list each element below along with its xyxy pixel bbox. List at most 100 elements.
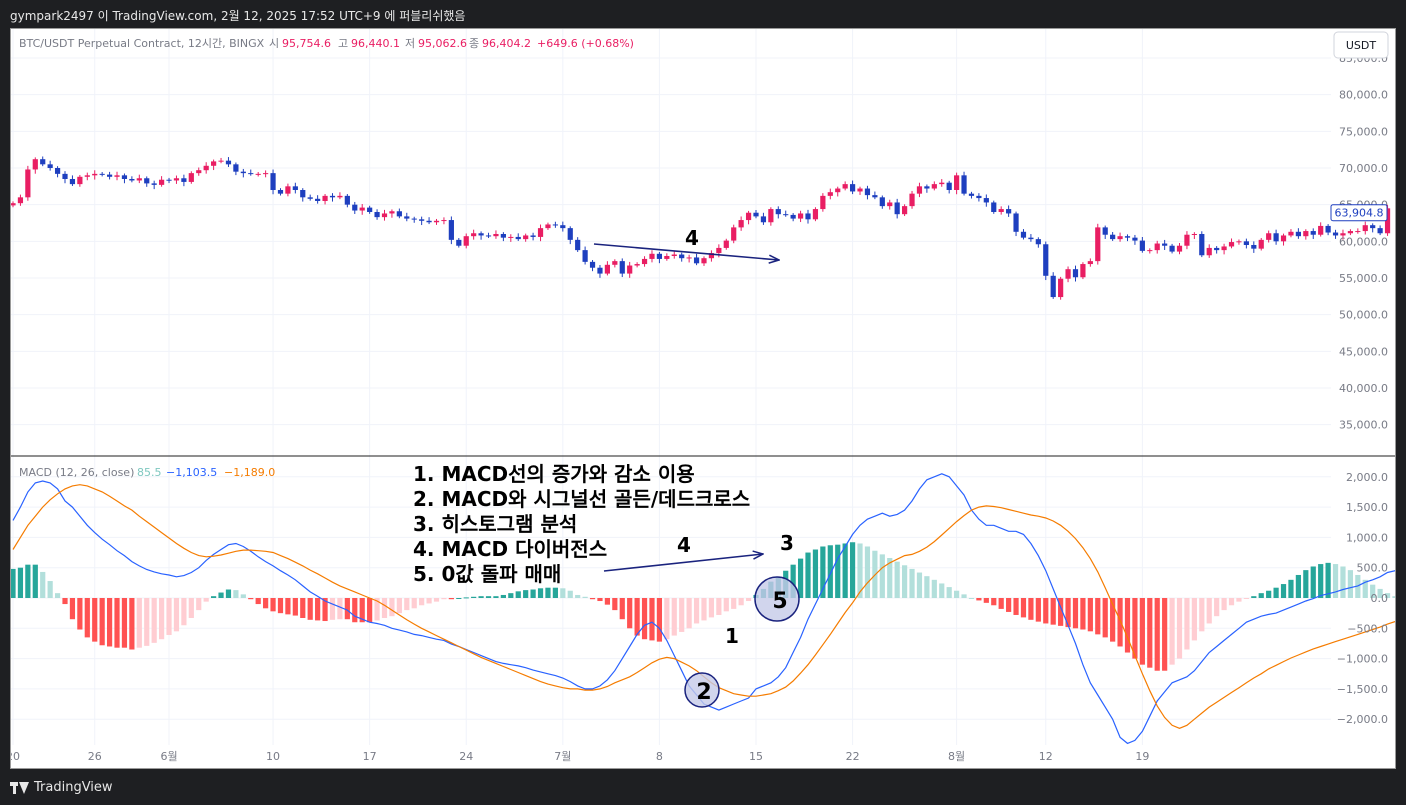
histogram-bar (1028, 598, 1034, 620)
candle-body (54, 167, 61, 174)
candle-body (1169, 245, 1175, 252)
candle-body (456, 239, 462, 246)
histogram-bar (1072, 598, 1079, 629)
candle-body (225, 160, 232, 165)
price-tick-label: 70,000.0 (1339, 162, 1388, 175)
histogram-bar (567, 590, 573, 598)
price-tick-label: 35,000.0 (1339, 419, 1388, 432)
histogram-bar (537, 588, 544, 598)
candle-body (954, 175, 960, 190)
close-label: 종 (469, 37, 479, 50)
candle-body (500, 233, 506, 238)
histogram-bar (84, 598, 90, 638)
macd-tick-label: −2,000.0 (1337, 713, 1388, 726)
histogram-bar (1184, 598, 1190, 650)
histogram-bar (211, 596, 217, 598)
histogram-bar (463, 597, 469, 599)
histogram-bar (136, 598, 142, 648)
histogram-bar (916, 572, 923, 598)
candle-body (1124, 236, 1131, 238)
candle-body (1006, 209, 1012, 214)
brand-label: TradingView (34, 780, 113, 795)
candle-body (693, 257, 700, 264)
currency-label: USDT (1346, 39, 1377, 52)
macd-tick-label: −500.0 (1347, 622, 1388, 635)
candle-body (775, 209, 781, 215)
candle-body (344, 195, 350, 205)
chart-frame[interactable]: 85,000.080,000.075,000.070,000.065,000.0… (6, 28, 1406, 769)
candle-body (485, 235, 492, 237)
currency-button[interactable]: USDT (1333, 31, 1389, 59)
histogram-bar (1124, 598, 1131, 653)
histogram-bar (367, 598, 373, 623)
candle-body (1258, 239, 1264, 249)
tradingview-brand[interactable]: TradingView (10, 780, 113, 795)
histogram-bar (1206, 598, 1212, 624)
candle-body (991, 202, 997, 212)
histogram-bar (40, 571, 46, 598)
candle-body (1043, 244, 1049, 276)
candle-body (77, 176, 83, 185)
candle-body (716, 247, 722, 254)
histogram-bar (1162, 598, 1168, 671)
time-tick-label: 7월 (554, 750, 571, 763)
histogram-bar (404, 598, 410, 611)
histogram-bar (77, 598, 83, 630)
candle-body (1102, 227, 1108, 235)
candle-body (359, 207, 365, 211)
candle-body (106, 174, 113, 177)
histogram-bar (1288, 579, 1294, 598)
change-value: +649.6 (+0.68%) (537, 37, 634, 50)
macd-tick-label: 500.0 (1357, 562, 1389, 575)
last-price-value: 63,904.8 (1335, 207, 1384, 220)
histogram-bar (114, 598, 120, 648)
candle-body (1377, 228, 1383, 234)
time-tick-label: 20 (11, 750, 20, 763)
histogram-bar (381, 598, 388, 618)
macd-signal-value: −1,189.0 (224, 466, 275, 479)
candle-body (1184, 234, 1190, 246)
annotation-item-3: 3. 히스토그램 분석 (413, 512, 577, 536)
candle-body (552, 224, 558, 226)
histogram-bar (797, 558, 804, 598)
candle-body (1288, 231, 1294, 236)
histogram-bar (69, 598, 76, 620)
candle-body (864, 188, 871, 196)
candle-body (1325, 225, 1331, 233)
histogram-bar (1347, 570, 1353, 598)
high-label: 고 (338, 37, 348, 50)
histogram-bar (225, 589, 232, 598)
histogram-bar (396, 598, 402, 614)
histogram-bar (827, 545, 833, 598)
candle-body (329, 195, 336, 198)
histogram-bar (708, 598, 715, 618)
candle-body (902, 206, 908, 215)
chart-svg[interactable]: 85,000.080,000.075,000.070,000.065,000.0… (6, 29, 1406, 768)
candle-body (40, 159, 46, 165)
histogram-bar (634, 598, 640, 636)
candle-body (270, 173, 276, 190)
candle-body (17, 197, 24, 204)
candle-body (1214, 247, 1220, 251)
candle-body (723, 240, 729, 248)
price-divergence-label: 4 (685, 226, 699, 250)
candle-body (419, 219, 425, 221)
annotation-item-1: 1. MACD선의 증가와 감소 이용 (413, 462, 695, 486)
tradingview-logo-icon (10, 781, 29, 794)
candle-body (478, 233, 484, 236)
histogram-bar (656, 598, 663, 642)
candle-body (62, 173, 68, 179)
candle-body (968, 193, 975, 196)
histogram-bar (1251, 596, 1257, 598)
candle-body (1110, 234, 1116, 240)
candle-body (181, 178, 187, 182)
histogram-bar (92, 598, 98, 642)
histogram-bar (812, 549, 819, 598)
candle-body (701, 258, 707, 264)
candle-body (315, 198, 321, 201)
candle-body (745, 212, 752, 221)
candle-body (812, 209, 819, 220)
candle-body (1273, 233, 1279, 242)
price-tick-label: 60,000.0 (1339, 235, 1388, 248)
candle-body (47, 164, 53, 168)
